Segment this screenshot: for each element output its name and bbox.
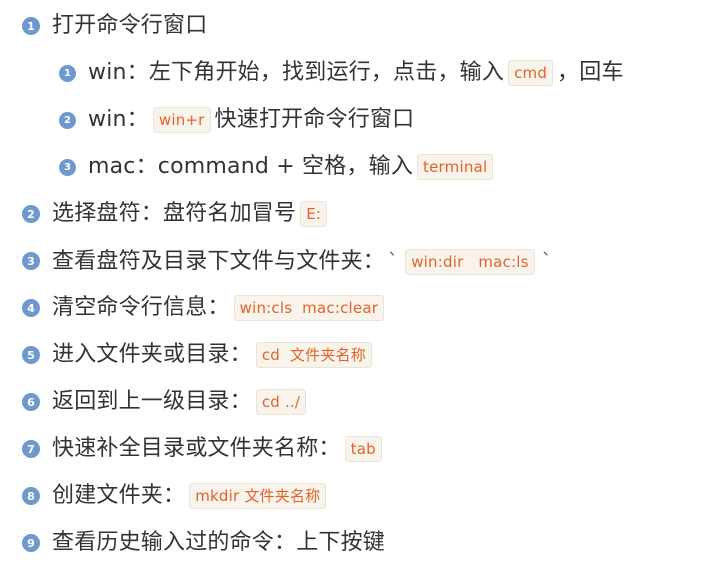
number-badge: 7 (22, 440, 40, 458)
inline-code: cmd (508, 60, 554, 86)
list-item-history: 9 查看历史输入过的命令：上下按键 (22, 527, 385, 559)
backtick-close: ` (541, 248, 552, 273)
number-badge: 9 (22, 534, 40, 552)
item-text: 进入文件夹或目录： cd 文件夹名称 (52, 339, 376, 371)
item-text: 查看盘符及目录下文件与文件夹： ` win:dir mac:ls ` (52, 245, 555, 278)
item-text-pre: 选择盘符：盘符名加冒号 (52, 201, 297, 226)
number-badge: 1 (59, 64, 76, 82)
item-text: mac：command + 空格，输入 terminal (88, 151, 497, 183)
list-item-mkdir: 8 创建文件夹： mkdir 文件夹名称 (22, 480, 330, 512)
inline-code: mkdir 文件夹名称 (189, 483, 327, 509)
item-text: 返回到上一级目录： cd ../ (52, 386, 310, 418)
number-badge: 5 (22, 346, 40, 364)
number-badge: 6 (22, 393, 40, 411)
item-text: 打开命令行窗口 (52, 13, 208, 38)
item-text-post: ，回车 (557, 60, 624, 85)
inline-code: tab (344, 436, 382, 462)
list-item-list-files: 3 查看盘符及目录下文件与文件夹： ` win:dir mac:ls ` (22, 245, 555, 277)
list-item-go-up: 6 返回到上一级目录： cd ../ (22, 386, 310, 418)
inline-code: terminal (417, 154, 494, 180)
item-text: 清空命令行信息： win:cls mac:clear (52, 292, 388, 324)
inline-code: win:dir mac:ls (405, 248, 535, 275)
item-text: 创建文件夹： mkdir 文件夹名称 (52, 480, 330, 512)
inline-code: win:cls mac:clear (233, 295, 385, 321)
item-text: win： win+r 快速打开命令行窗口 (88, 104, 414, 136)
item-text-pre: 清空命令行信息： (52, 295, 230, 320)
number-badge: 2 (59, 111, 76, 129)
sub-item-mac-terminal: 3 mac：command + 空格，输入 terminal (59, 151, 497, 183)
sub-item-win-r: 2 win： win+r 快速打开命令行窗口 (59, 104, 414, 136)
number-badge: 4 (22, 299, 40, 317)
inline-code: win+r (152, 107, 211, 133)
number-badge: 3 (59, 158, 76, 176)
item-text-pre: 创建文件夹： (52, 483, 186, 508)
item-text-pre: 返回到上一级目录： (52, 389, 252, 414)
list-item-enter-folder: 5 进入文件夹或目录： cd 文件夹名称 (22, 339, 376, 371)
item-text: win：左下角开始，找到运行，点击，输入 cmd ，回车 (88, 57, 624, 89)
item-text-pre: win： (88, 107, 149, 132)
sub-item-win-run: 1 win：左下角开始，找到运行，点击，输入 cmd ，回车 (59, 57, 624, 89)
item-text: 选择盘符：盘符名加冒号 E: (52, 198, 331, 230)
number-badge: 1 (22, 17, 40, 35)
list-item-open-terminal: 1 打开命令行窗口 (22, 10, 207, 42)
item-text-post: 快速打开命令行窗口 (214, 107, 415, 132)
list-item-select-drive: 2 选择盘符：盘符名加冒号 E: (22, 198, 331, 230)
item-text-pre: mac：command + 空格，输入 (88, 154, 414, 179)
item-text: 查看历史输入过的命令：上下按键 (52, 530, 386, 555)
list-item-autocomplete: 7 快速补全目录或文件夹名称： tab (22, 433, 386, 465)
backtick-open: ` (388, 248, 399, 273)
inline-code: cd 文件夹名称 (255, 342, 372, 368)
inline-code: cd ../ (255, 389, 307, 415)
number-badge: 8 (22, 487, 40, 505)
item-text-pre: win：左下角开始，找到运行，点击，输入 (88, 60, 505, 85)
item-text-pre: 进入文件夹或目录： (52, 342, 252, 367)
command-notes-list: 1 打开命令行窗口 1 win：左下角开始，找到运行，点击，输入 cmd ，回车 2… (0, 0, 711, 577)
number-badge: 2 (22, 205, 40, 223)
item-text-pre: 查看盘符及目录下文件与文件夹： (52, 248, 386, 274)
item-text: 快速补全目录或文件夹名称： tab (52, 433, 386, 465)
item-text-pre: 快速补全目录或文件夹名称： (52, 436, 341, 461)
number-badge: 3 (22, 252, 40, 270)
inline-code: E: (300, 201, 328, 227)
list-item-clear-screen: 4 清空命令行信息： win:cls mac:clear (22, 292, 388, 324)
